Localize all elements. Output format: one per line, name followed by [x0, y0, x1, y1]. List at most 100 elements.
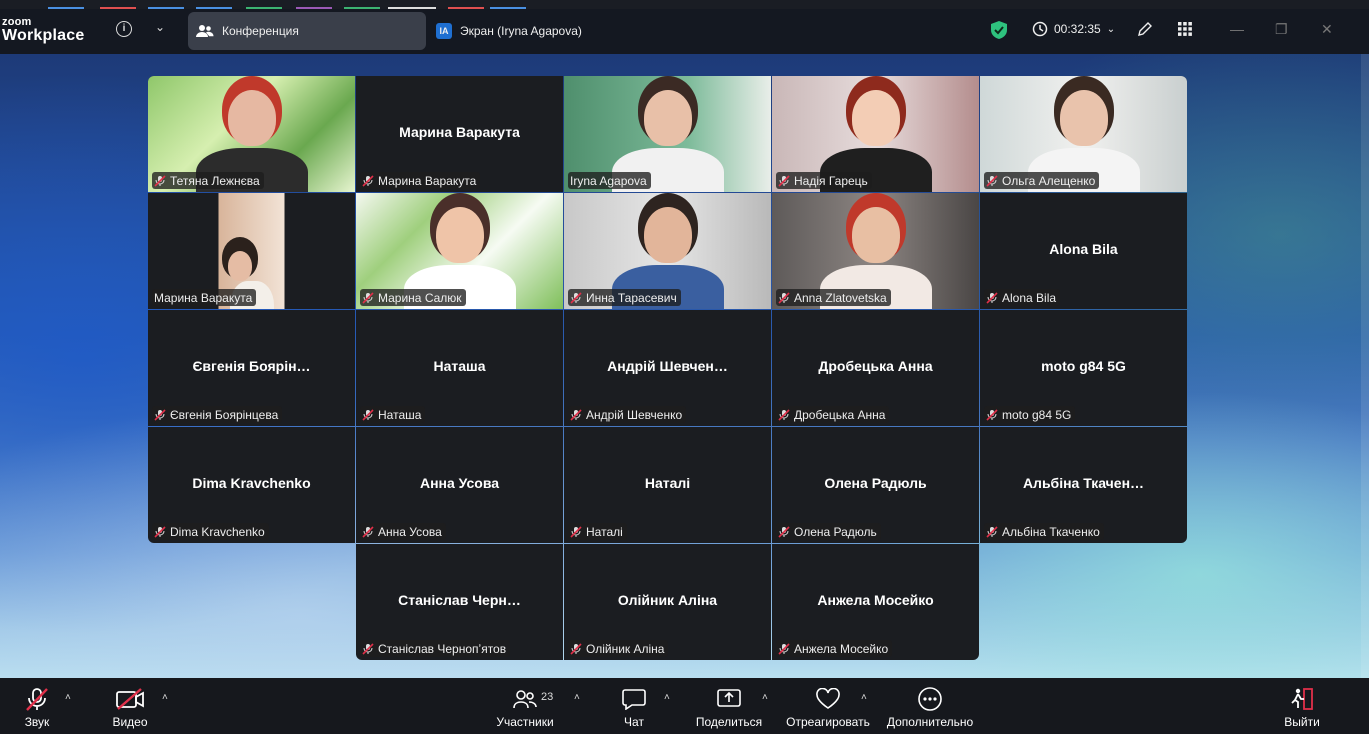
- mic-muted-icon: [362, 291, 374, 304]
- tab-screen-label: Экран (Iryna Agapova): [460, 24, 582, 38]
- participant-name: Євгенія Боярінцева: [170, 407, 279, 422]
- participant-name-tag: Ольга Алещенко: [984, 172, 1100, 189]
- mic-muted-icon: [14, 686, 60, 712]
- participant-tile[interactable]: Наташа Наташа: [356, 310, 563, 426]
- participants-options-chevron-icon[interactable]: ˄: [574, 692, 580, 703]
- more-button[interactable]: Дополнительно: [884, 686, 976, 729]
- chevron-down-icon: ⌄: [1106, 23, 1116, 35]
- mic-muted-icon: [570, 408, 582, 421]
- participant-tile[interactable]: Олійник Аліна Олійник Аліна: [564, 544, 771, 660]
- pencil-icon[interactable]: [1137, 21, 1153, 42]
- meeting-toolbar: Звук ˄ Видео ˄ Участники 23 ˄ Чат ˄ Поде…: [0, 678, 1369, 734]
- participant-name-tag: Андрій Шевченко: [568, 406, 687, 423]
- leave-button[interactable]: Выйти: [1282, 686, 1322, 729]
- participant-tile[interactable]: Анжела Мосейко Анжела Мосейко: [772, 544, 979, 660]
- share-button[interactable]: Поделиться: [692, 686, 766, 729]
- mic-muted-icon: [986, 174, 998, 187]
- mic-muted-icon: [154, 174, 166, 187]
- clock-icon: [1032, 21, 1048, 37]
- chat-button[interactable]: Чат: [612, 686, 656, 729]
- participant-name-tag: Олійник Аліна: [568, 640, 669, 657]
- participant-name-tag: moto g84 5G: [984, 406, 1076, 423]
- video-button[interactable]: Видео: [106, 686, 154, 729]
- audio-options-chevron-icon[interactable]: ˄: [65, 692, 71, 703]
- participant-display-name: Alona Bila: [1049, 241, 1118, 257]
- mic-muted-icon: [570, 642, 582, 655]
- participant-name: Марина Салюк: [378, 290, 462, 305]
- mic-muted-icon: [778, 291, 790, 304]
- participant-name: Альбіна Ткаченко: [1002, 524, 1100, 539]
- participant-display-name: Анна Усова: [419, 475, 500, 491]
- participant-tile[interactable]: Станіслав Черн… Станіслав Чернопʼятов: [356, 544, 563, 660]
- mic-muted-icon: [362, 525, 374, 538]
- participant-display-name: Анжела Мосейко: [817, 592, 934, 608]
- participant-name: Dima Kravchenko: [170, 524, 265, 539]
- participant-name-tag: Анжела Мосейко: [776, 640, 893, 657]
- close-icon[interactable]: ✕: [1321, 21, 1333, 38]
- participant-tile[interactable]: Дробецька Анна Дробецька Анна: [772, 310, 979, 426]
- participant-name-tag: Инна Тарасевич: [568, 289, 681, 306]
- participant-name: Наталі: [586, 524, 623, 539]
- chat-options-chevron-icon[interactable]: ˄: [664, 692, 670, 703]
- participant-display-name: Олена Радюль: [824, 475, 927, 491]
- participant-name-tag: Марина Варакута: [360, 172, 481, 189]
- participant-tile[interactable]: Марина Варакута Марина Варакута: [356, 76, 563, 192]
- minimize-icon[interactable]: —: [1230, 21, 1244, 37]
- participant-tile[interactable]: Dima Kravchenko Dima Kravchenko: [148, 427, 355, 543]
- react-options-chevron-icon[interactable]: ˄: [861, 692, 867, 703]
- timer-value: 00:32:35: [1054, 22, 1101, 36]
- participant-tile[interactable]: Anna Zlatovetska: [772, 193, 979, 309]
- participant-tile[interactable]: Надія Гарець: [772, 76, 979, 192]
- video-options-chevron-icon[interactable]: ˄: [162, 692, 168, 703]
- participant-name-tag: Олена Радюль: [776, 523, 881, 540]
- mic-muted-icon: [778, 642, 790, 655]
- participant-tile[interactable]: Iryna Agapova: [564, 76, 771, 192]
- meeting-info-icon[interactable]: i: [116, 21, 132, 37]
- participant-name: Alona Bila: [1002, 290, 1057, 305]
- participant-tile[interactable]: Анна Усова Анна Усова: [356, 427, 563, 543]
- chevron-down-icon[interactable]: ⌄: [155, 20, 165, 34]
- gallery-grid-icon[interactable]: [1178, 22, 1192, 41]
- meeting-timer[interactable]: 00:32:35 ⌄: [1032, 21, 1115, 37]
- participant-tile[interactable]: Євгенія Боярін… Євгенія Боярінцева: [148, 310, 355, 426]
- title-bar: zoom Workplace i ⌄ Конференция IA Экран …: [0, 9, 1369, 54]
- mic-muted-icon: [778, 525, 790, 538]
- scrollbar[interactable]: [1361, 54, 1369, 678]
- shield-icon[interactable]: [991, 21, 1007, 44]
- tab-conference[interactable]: Конференция: [188, 12, 426, 50]
- participant-tile[interactable]: Наталі Наталі: [564, 427, 771, 543]
- participant-name: Олена Радюль: [794, 524, 877, 539]
- leave-door-icon: [1282, 686, 1322, 712]
- participant-name-tag: Альбіна Ткаченко: [984, 523, 1104, 540]
- maximize-icon[interactable]: ❐: [1275, 21, 1288, 38]
- participant-display-name: Станіслав Черн…: [398, 592, 521, 608]
- participant-name-tag: Марина Салюк: [360, 289, 466, 306]
- participant-tile[interactable]: Тетяна Лежнєва: [148, 76, 355, 192]
- participant-tile[interactable]: Олена Радюль Олена Радюль: [772, 427, 979, 543]
- participant-tile[interactable]: Инна Тарасевич: [564, 193, 771, 309]
- participant-name: Наташа: [378, 407, 422, 422]
- audio-button[interactable]: Звук: [14, 686, 60, 729]
- participant-tile[interactable]: Марина Варакута: [148, 193, 355, 309]
- participant-tile[interactable]: Марина Салюк: [356, 193, 563, 309]
- participant-name: Андрій Шевченко: [586, 407, 683, 422]
- participant-tile[interactable]: Андрій Шевчен… Андрій Шевченко: [564, 310, 771, 426]
- participant-tile[interactable]: Альбіна Ткачен… Альбіна Ткаченко: [980, 427, 1187, 543]
- participants-icon: [196, 24, 214, 38]
- participant-name-tag: Дробецька Анна: [776, 406, 890, 423]
- participant-tile[interactable]: Ольга Алещенко: [980, 76, 1187, 192]
- participant-tile[interactable]: Alona Bila Alona Bila: [980, 193, 1187, 309]
- tab-screen-share[interactable]: IA Экран (Iryna Agapova): [432, 12, 652, 50]
- participant-tile[interactable]: moto g84 5G moto g84 5G: [980, 310, 1187, 426]
- mic-muted-icon: [154, 408, 166, 421]
- participant-name-tag: Надія Гарець: [776, 172, 872, 189]
- mic-muted-icon: [986, 408, 998, 421]
- os-taskbar-strip: [0, 0, 1369, 9]
- participant-name: Станіслав Чернопʼятов: [378, 641, 507, 656]
- react-button[interactable]: Отреагировать: [784, 686, 872, 729]
- participant-name: Тетяна Лежнєва: [170, 173, 260, 188]
- participant-display-name: Dima Kravchenko: [192, 475, 311, 491]
- share-options-chevron-icon[interactable]: ˄: [762, 692, 768, 703]
- more-icon: [884, 686, 976, 712]
- participant-name: Анжела Мосейко: [794, 641, 889, 656]
